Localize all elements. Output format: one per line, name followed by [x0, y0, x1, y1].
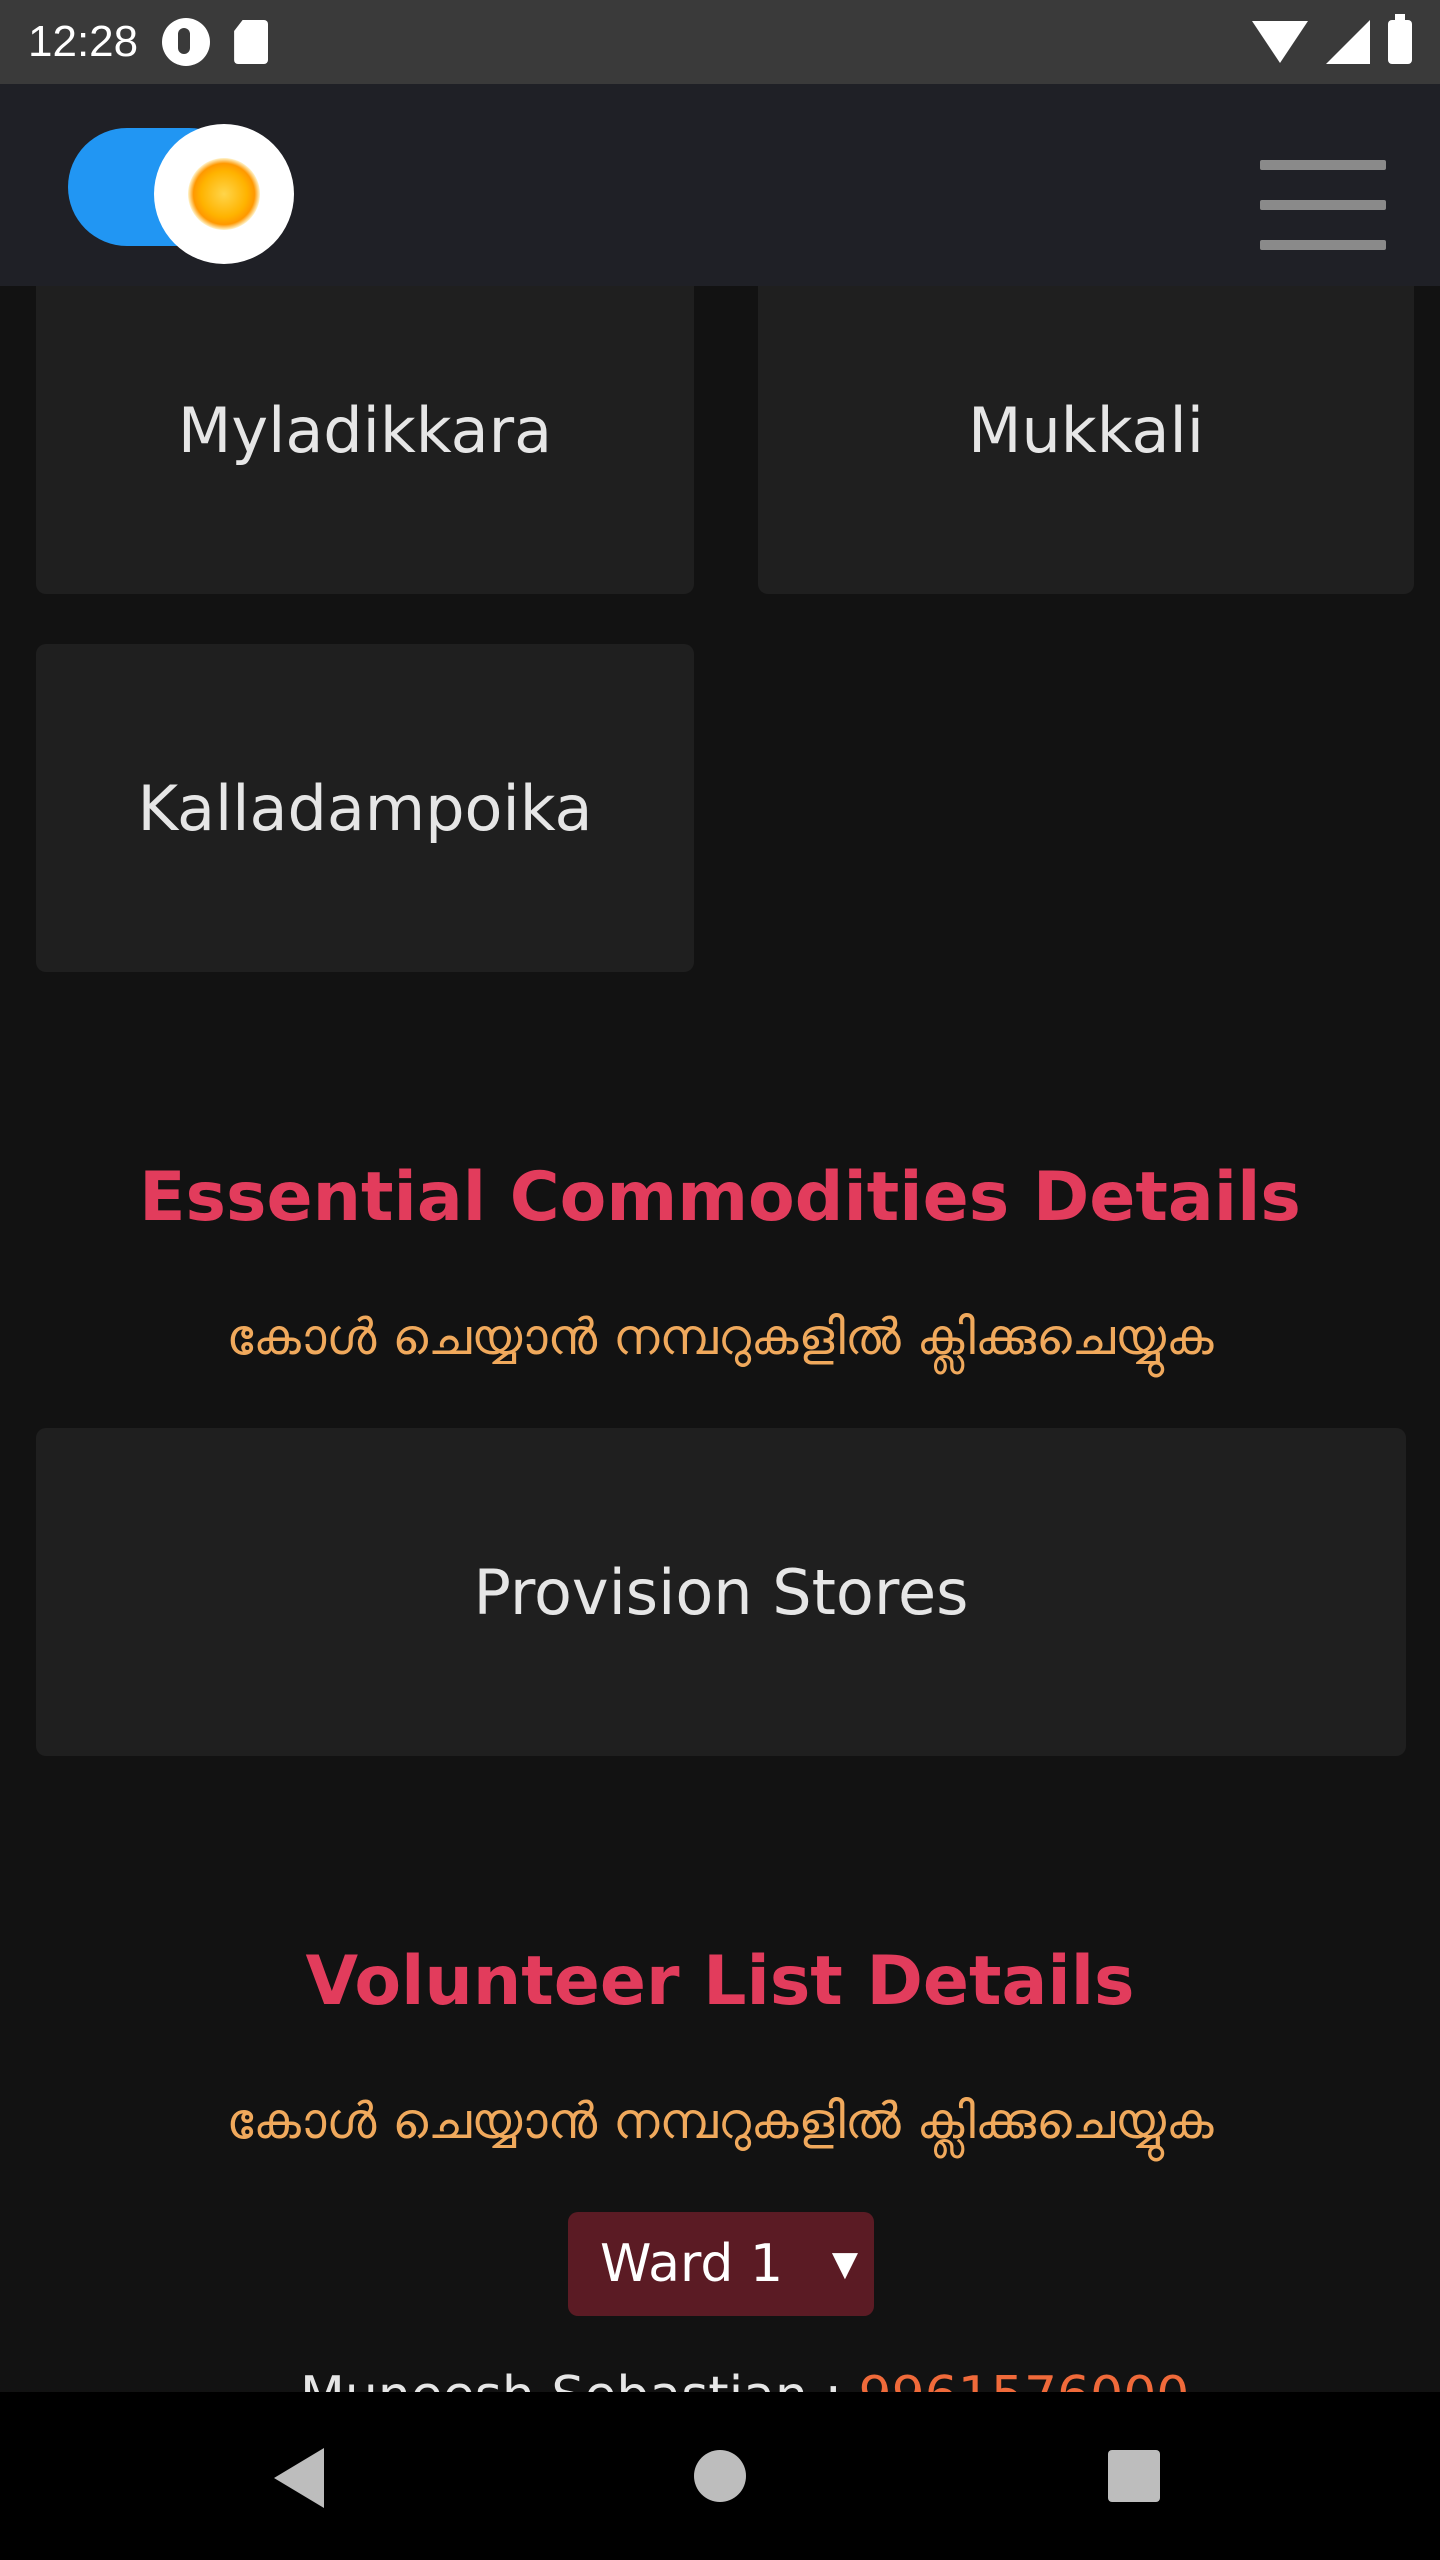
- sun-icon: [188, 158, 260, 230]
- recents-icon[interactable]: [1108, 2450, 1160, 2502]
- sd-card-icon: [234, 20, 269, 64]
- location-card-label: Kalladampoika: [137, 771, 593, 845]
- volunteer-name: Muneesh Sebastian :: [300, 2366, 859, 2392]
- main-content: Myladikkara Mukkali Kalladampoika Essent…: [0, 286, 1440, 2392]
- app-notification-icon: [162, 18, 211, 66]
- home-icon[interactable]: [694, 2450, 746, 2502]
- volunteer-phone-link[interactable]: 9961576000: [859, 2366, 1190, 2392]
- status-bar: 12:28: [0, 0, 1440, 84]
- location-card-myladikkara[interactable]: Myladikkara: [36, 286, 694, 594]
- wifi-icon: [1252, 21, 1308, 63]
- volunteer-section-subtitle: കോൾ ചെയ്യാൻ നമ്പറുകളിൽ ക്ലിക്കുചെയ്യുക: [226, 2092, 1214, 2150]
- location-card-mukkali[interactable]: Mukkali: [758, 286, 1414, 594]
- ward-select[interactable]: Ward 1 ▼: [568, 2212, 874, 2316]
- menu-bar: [1260, 240, 1386, 250]
- location-card-label: Mukkali: [968, 393, 1204, 467]
- provision-stores-card[interactable]: Provision Stores: [36, 1428, 1406, 1756]
- provision-stores-label: Provision Stores: [473, 1555, 969, 1629]
- location-card-label: Myladikkara: [177, 393, 553, 467]
- back-icon[interactable]: [274, 2448, 324, 2508]
- status-time: 12:28: [28, 17, 139, 66]
- menu-bar: [1260, 200, 1386, 210]
- theme-toggle[interactable]: [68, 124, 294, 264]
- system-nav-bar: [0, 2392, 1440, 2560]
- location-card-kalladampoika[interactable]: Kalladampoika: [36, 644, 694, 972]
- signal-icon: [1326, 20, 1370, 64]
- hamburger-menu-icon[interactable]: [1260, 160, 1386, 250]
- volunteer-section-title: Volunteer List Details: [305, 1942, 1135, 2021]
- toggle-knob: [154, 124, 294, 264]
- dropdown-arrow-icon: ▼: [831, 2244, 858, 2284]
- volunteer-row: Muneesh Sebastian : 9961576000: [300, 2366, 1189, 2392]
- menu-bar: [1260, 160, 1386, 170]
- essential-section-subtitle: കോൾ ചെയ്യാൻ നമ്പറുകളിൽ ക്ലിക്കുചെയ്യുക: [226, 1308, 1214, 1366]
- app-header: [0, 84, 1440, 286]
- ward-select-value: Ward 1: [600, 2234, 784, 2294]
- battery-icon: [1388, 14, 1412, 64]
- essential-section-title: Essential Commodities Details: [139, 1158, 1301, 1237]
